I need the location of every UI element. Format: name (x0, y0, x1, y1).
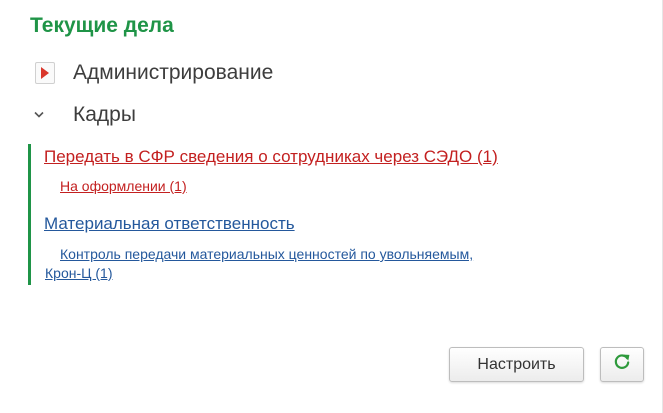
page-title: Текущие дела (30, 14, 174, 37)
section-administration[interactable]: Администрирование (28, 58, 273, 88)
current-tasks-panel: Текущие дела Администрирование Кадры Пер… (0, 0, 663, 413)
subtask-line-2[interactable]: Крон-Ц (1) (45, 264, 615, 283)
configure-button[interactable]: Настроить (449, 347, 584, 382)
section-hr[interactable]: Кадры (28, 100, 136, 130)
expand-arrow-icon[interactable] (35, 62, 55, 84)
section-label[interactable]: Администрирование (73, 61, 273, 85)
subtask-link-in-progress[interactable]: На оформлении (1) (60, 177, 187, 196)
refresh-icon (613, 353, 631, 376)
chevron-down-icon[interactable] (28, 104, 50, 126)
section-label[interactable]: Кадры (73, 103, 136, 127)
task-link-material-liability[interactable]: Материальная ответственность (44, 214, 295, 234)
subtask-link-material-values[interactable]: Контроль передачи материальных ценностей… (45, 245, 615, 283)
task-list: Передать в СФР сведения о сотрудниках че… (28, 144, 621, 285)
subtask-line-1[interactable]: Контроль передачи материальных ценностей… (45, 245, 615, 264)
refresh-button[interactable] (600, 347, 644, 382)
task-link-sfr-sedo[interactable]: Передать в СФР сведения о сотрудниках че… (44, 147, 498, 167)
